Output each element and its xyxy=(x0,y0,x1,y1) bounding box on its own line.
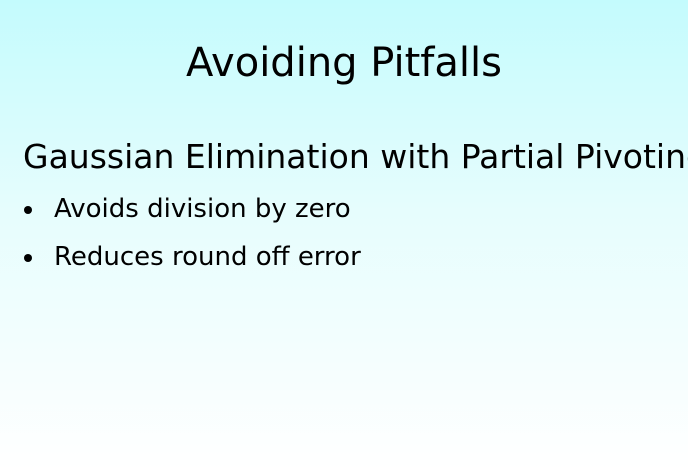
slide-title: Avoiding Pitfalls xyxy=(186,40,502,86)
bullet-icon xyxy=(24,254,32,262)
slide: Avoiding Pitfalls Gaussian Elimination w… xyxy=(0,0,688,470)
section-heading: Gaussian Elimination with Partial Pivoti… xyxy=(23,137,688,176)
bullet-text: Avoids division by zero xyxy=(54,194,351,224)
bullet-icon xyxy=(24,206,32,214)
bullet-text: Reduces round off error xyxy=(54,242,361,272)
